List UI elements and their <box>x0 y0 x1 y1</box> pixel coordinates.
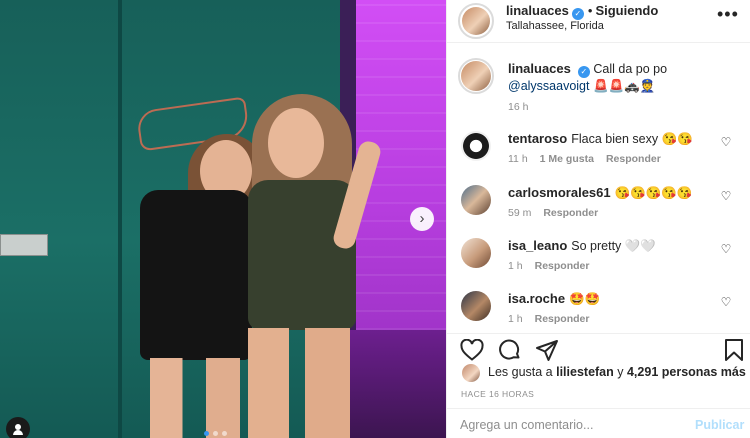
carousel-dots <box>204 431 227 436</box>
caption-meta: 16 h <box>508 101 540 113</box>
comment-meta: 59 m Responder <box>508 207 610 219</box>
comment-meta: 11 h 1 Me gusta Responder <box>508 153 673 165</box>
reply-button[interactable]: Responder <box>535 260 590 272</box>
person-left-legs <box>150 358 240 438</box>
header-line: linaluaces ✓ • Siguiendo <box>506 3 658 20</box>
comment-text: isa_leano So pretty 🤍🤍 <box>508 237 723 255</box>
more-options-icon[interactable]: ••• <box>717 4 739 25</box>
heart-icon[interactable] <box>459 337 485 363</box>
bookmark-icon[interactable] <box>721 337 747 363</box>
following-button[interactable]: Siguiendo <box>595 3 658 18</box>
comment-body: Flaca bien sexy 😘😘 <box>571 132 693 146</box>
caption-text: linaluaces ✓ Call da po po @alyssaavoigt … <box>508 60 723 95</box>
comment-body: 🤩🤩 <box>569 292 601 306</box>
caption-time[interactable]: 16 h <box>508 101 528 113</box>
comment-input[interactable] <box>460 415 680 435</box>
comment-time[interactable]: 1 h <box>508 313 523 325</box>
verified-icon: ✓ <box>571 8 584 20</box>
logo-avatar[interactable] <box>461 131 491 161</box>
user-avatar[interactable] <box>461 185 491 215</box>
comment-time[interactable]: 11 h <box>508 153 528 165</box>
user-avatar[interactable] <box>461 238 491 268</box>
comment-body: 😘😘😘😘😘 <box>614 186 693 200</box>
reply-button[interactable]: Responder <box>535 313 590 325</box>
carousel-dot <box>213 431 218 436</box>
comment-meta: 1 h Responder <box>508 313 601 325</box>
person-right-legs <box>248 328 350 438</box>
caption-body: Call da po po <box>593 62 668 76</box>
person-left-outfit <box>140 190 252 360</box>
comment-text: carlosmorales61 😘😘😘😘😘 <box>508 184 723 202</box>
header-separator: • <box>587 3 593 18</box>
likes-count[interactable]: 4,291 personas más <box>627 365 746 379</box>
comment-time[interactable]: 1 h <box>508 260 523 272</box>
author-username[interactable]: linaluaces <box>506 3 569 18</box>
comment-username[interactable]: carlosmorales61 <box>508 185 611 200</box>
liker-avatar[interactable] <box>462 364 480 382</box>
comment-meta: 1 h Responder <box>508 260 601 272</box>
chevron-right-icon[interactable]: › <box>410 207 434 231</box>
post-timestamp[interactable]: HACE 16 HORAS <box>461 389 534 399</box>
post-location[interactable]: Tallahassee, Florida <box>506 20 604 32</box>
comment-likes[interactable]: 1 Me gusta <box>540 153 594 165</box>
likes-text: Les gusta a liliestefan y 4,291 personas… <box>488 365 746 379</box>
user-avatar[interactable] <box>461 291 491 321</box>
heart-icon[interactable]: ♡ <box>719 242 733 256</box>
comment-username[interactable]: tentaroso <box>508 131 567 146</box>
likes-prefix: Les gusta a <box>488 365 557 379</box>
carousel-dot <box>204 431 209 436</box>
caption-mention[interactable]: @alyssaavoigt <box>508 79 589 93</box>
comment-username[interactable]: isa.roche <box>508 291 565 306</box>
carousel-dot <box>222 431 227 436</box>
comments-list: linaluaces ✓ Call da po po @alyssaavoigt … <box>447 55 750 333</box>
post-photo[interactable]: › <box>0 0 446 438</box>
comment-icon[interactable] <box>497 337 523 363</box>
post-sidebar: linaluaces ✓ • Siguiendo Tallahassee, Flori… <box>446 0 750 438</box>
post-header: linaluaces ✓ • Siguiendo Tallahassee, Flori… <box>447 0 750 42</box>
reply-button[interactable]: Responder <box>606 153 661 165</box>
caption-username[interactable]: linaluaces <box>508 61 571 76</box>
likes-summary: Les gusta a liliestefan y 4,291 personas… <box>447 363 750 383</box>
person-right <box>242 94 383 438</box>
liker-username[interactable]: liliestefan <box>556 365 614 379</box>
comment-form: Publicar <box>447 408 750 438</box>
door-seam <box>118 0 122 438</box>
comment-text: isa.roche 🤩🤩 <box>508 290 723 308</box>
share-icon[interactable] <box>534 337 560 363</box>
heart-icon[interactable]: ♡ <box>719 135 733 149</box>
wall-sign <box>0 234 48 256</box>
heart-icon[interactable]: ♡ <box>719 295 733 309</box>
author-avatar[interactable] <box>462 7 490 35</box>
likes-middle: y <box>613 365 627 379</box>
caption-emojis: 🚨🚨🚓👮 <box>592 79 656 93</box>
person-right-face <box>268 108 324 178</box>
header-divider <box>447 42 750 43</box>
person-left <box>130 134 266 438</box>
action-bar <box>447 333 750 363</box>
publish-button[interactable]: Publicar <box>695 418 744 432</box>
heart-icon[interactable]: ♡ <box>719 189 733 203</box>
verified-icon: ✓ <box>577 66 590 78</box>
reply-button[interactable]: Responder <box>543 207 598 219</box>
user-tag-icon[interactable] <box>6 417 30 438</box>
comment-text: tentaroso Flaca bien sexy 😘😘 <box>508 130 723 148</box>
comment-username[interactable]: isa_leano <box>508 238 567 253</box>
comment-time[interactable]: 59 m <box>508 207 531 219</box>
person-right-outfit <box>248 180 356 330</box>
comment-body: So pretty 🤍🤍 <box>571 239 656 253</box>
caption-avatar[interactable] <box>461 61 491 91</box>
